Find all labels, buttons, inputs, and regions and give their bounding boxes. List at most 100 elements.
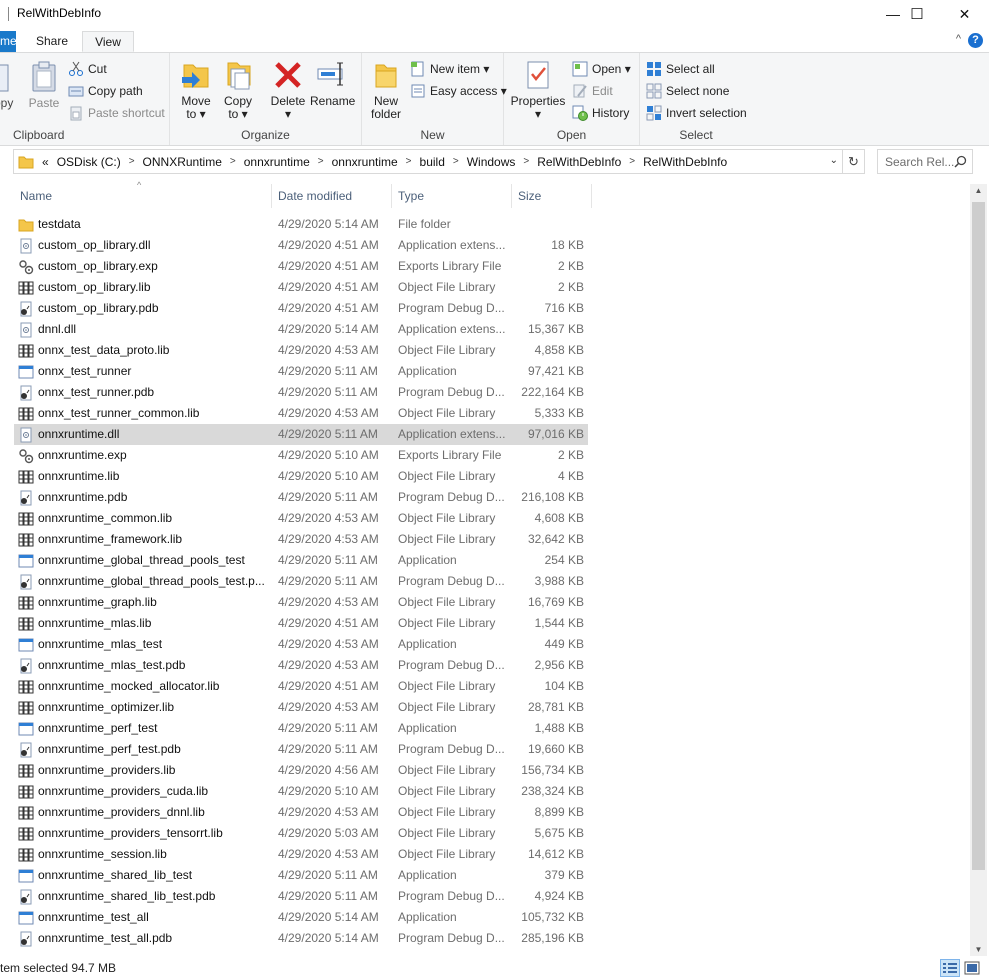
file-row[interactable]: onnxruntime_global_thread_pools_test.p..… (14, 571, 588, 592)
file-row[interactable]: onnxruntime_perf_test 4/29/2020 5:11 AM Ap… (14, 718, 588, 739)
file-row[interactable]: custom_op_library.exp 4/29/2020 4:51 AM Ex… (14, 256, 588, 277)
copy-to-button[interactable]: Copy to ▾ (220, 59, 256, 121)
file-name[interactable]: onnxruntime_mlas_test (38, 637, 264, 651)
file-row[interactable]: dnnl.dll 4/29/2020 5:14 AM Application ext… (14, 319, 588, 340)
file-row[interactable]: onnxruntime.lib 4/29/2020 5:10 AM Object F… (14, 466, 588, 487)
file-row[interactable]: onnxruntime_mocked_allocator.lib 4/29/202… (14, 676, 588, 697)
help-icon[interactable]: ? (968, 33, 983, 48)
file-row[interactable]: onnxruntime_mlas_test 4/29/2020 4:53 AM Ap… (14, 634, 588, 655)
breadcrumb-item[interactable]: Windows (463, 155, 520, 169)
file-row[interactable]: custom_op_library.lib 4/29/2020 4:51 AM Ob… (14, 277, 588, 298)
file-row[interactable]: onnxruntime_perf_test.pdb 4/29/2020 5:11 … (14, 739, 588, 760)
column-header-type[interactable]: Type (392, 184, 512, 208)
breadcrumb-separator-icon[interactable]: > (449, 156, 463, 167)
breadcrumb-separator-icon[interactable]: > (314, 156, 328, 167)
file-name[interactable]: custom_op_library.pdb (38, 301, 264, 315)
file-name[interactable]: onnx_test_runner_common.lib (38, 406, 264, 420)
new-folder-button[interactable]: New folder (368, 59, 404, 121)
file-name[interactable]: onnx_test_runner.pdb (38, 385, 264, 399)
file-name[interactable]: onnxruntime_providers.lib (38, 763, 264, 777)
file-row[interactable]: onnxruntime_providers.lib 4/29/2020 4:56 … (14, 760, 588, 781)
copy-path-button[interactable]: Copy path (68, 81, 143, 101)
address-overflow-icon[interactable]: « (34, 155, 53, 169)
open-button[interactable]: Open ▾ (572, 59, 631, 79)
file-name[interactable]: custom_op_library.exp (38, 259, 264, 273)
cut-button[interactable]: Cut (68, 59, 107, 79)
file-name[interactable]: onnxruntime_global_thread_pools_test (38, 553, 264, 567)
file-row[interactable]: onnxruntime_common.lib 4/29/2020 4:53 AM O… (14, 508, 588, 529)
search-input[interactable]: Search Rel... (877, 149, 973, 174)
easy-access-button[interactable]: Easy access ▾ (410, 81, 507, 101)
file-row[interactable]: onnxruntime_session.lib 4/29/2020 4:53 AM… (14, 844, 588, 865)
column-header-size[interactable]: Size (512, 184, 592, 208)
rename-button[interactable]: Rename (310, 59, 355, 108)
file-row[interactable]: onnxruntime_test_all 4/29/2020 5:14 AM App… (14, 907, 588, 928)
file-row[interactable]: onnx_test_runner 4/29/2020 5:11 AM Applica… (14, 361, 588, 382)
file-row[interactable]: onnxruntime_mlas.lib 4/29/2020 4:51 AM Obj… (14, 613, 588, 634)
file-row[interactable]: onnx_test_runner.pdb 4/29/2020 5:11 AM Pro… (14, 382, 588, 403)
breadcrumb-item[interactable]: RelWithDebInfo (533, 155, 625, 169)
scroll-down-icon[interactable]: ▼ (970, 945, 987, 954)
file-row[interactable]: onnx_test_data_proto.lib 4/29/2020 4:53 A… (14, 340, 588, 361)
file-name[interactable]: onnxruntime_common.lib (38, 511, 264, 525)
file-row[interactable]: onnx_test_runner_common.lib 4/29/2020 4:5… (14, 403, 588, 424)
breadcrumb-item[interactable]: onnxruntime (328, 155, 402, 169)
paste-shortcut-button[interactable]: Paste shortcut (68, 103, 165, 123)
breadcrumb-separator-icon[interactable]: > (226, 156, 240, 167)
file-name[interactable]: onnxruntime.lib (38, 469, 264, 483)
file-name[interactable]: onnx_test_data_proto.lib (38, 343, 264, 357)
copy-button[interactable]: opy (0, 61, 16, 110)
select-none-button[interactable]: Select none (646, 81, 729, 101)
collapse-ribbon-icon[interactable]: ^ (956, 33, 961, 45)
file-name[interactable]: onnxruntime_providers_cuda.lib (38, 784, 264, 798)
scroll-up-icon[interactable]: ▲ (970, 186, 987, 195)
properties-button[interactable]: Properties ▾ (510, 59, 566, 121)
address-bar[interactable]: « OSDisk (C:) > ONNXRuntime > onnxruntim… (13, 149, 843, 174)
file-row[interactable]: onnxruntime_graph.lib 4/29/2020 4:53 AM Ob… (14, 592, 588, 613)
breadcrumb-item[interactable]: ONNXRuntime (139, 155, 226, 169)
file-name[interactable]: onnxruntime_providers_dnnl.lib (38, 805, 264, 819)
breadcrumb-separator-icon[interactable]: > (402, 156, 416, 167)
file-row[interactable]: onnxruntime_shared_lib_test 4/29/2020 5:1… (14, 865, 588, 886)
file-row[interactable]: onnxruntime_global_thread_pools_test 4/29… (14, 550, 588, 571)
file-name[interactable]: onnxruntime_mlas.lib (38, 616, 264, 630)
file-row[interactable]: onnxruntime.exp 4/29/2020 5:10 AM Exports … (14, 445, 588, 466)
file-name[interactable]: onnx_test_runner (38, 364, 264, 378)
breadcrumb-separator-icon[interactable]: > (125, 156, 139, 167)
file-name[interactable]: onnxruntime_test_all (38, 910, 264, 924)
file-name[interactable]: onnxruntime_perf_test.pdb (38, 742, 264, 756)
tab-share[interactable]: Share (28, 31, 76, 52)
breadcrumb-separator-icon[interactable]: > (625, 156, 639, 167)
large-icons-view-button[interactable] (962, 959, 982, 977)
file-row[interactable]: testdata 4/29/2020 5:14 AM File folder (14, 214, 588, 235)
file-row[interactable]: onnxruntime.dll 4/29/2020 5:11 AM Applicat… (14, 424, 588, 445)
file-name[interactable]: onnxruntime_graph.lib (38, 595, 264, 609)
new-item-button[interactable]: New item ▾ (410, 59, 489, 79)
vertical-scrollbar[interactable]: ▲ ▼ (970, 184, 987, 956)
breadcrumb-item[interactable]: build (416, 155, 449, 169)
file-name[interactable]: onnxruntime_optimizer.lib (38, 700, 264, 714)
maximize-button[interactable]: ☐ (894, 0, 940, 28)
select-all-button[interactable]: Select all (646, 59, 715, 79)
file-name[interactable]: custom_op_library.dll (38, 238, 264, 252)
file-name[interactable]: onnxruntime_shared_lib_test.pdb (38, 889, 264, 903)
file-name[interactable]: onnxruntime.pdb (38, 490, 264, 504)
breadcrumb-item[interactable]: onnxruntime (240, 155, 314, 169)
file-row[interactable]: onnxruntime_mlas_test.pdb 4/29/2020 4:53 … (14, 655, 588, 676)
file-name[interactable]: onnxruntime_providers_tensorrt.lib (38, 826, 264, 840)
file-row[interactable]: onnxruntime_optimizer.lib 4/29/2020 4:53 … (14, 697, 588, 718)
file-row[interactable]: onnxruntime.pdb 4/29/2020 5:11 AM Program … (14, 487, 588, 508)
file-name[interactable]: onnxruntime_mlas_test.pdb (38, 658, 264, 672)
close-button[interactable]: ✕ (940, 0, 989, 28)
edit-button[interactable]: Edit (572, 81, 613, 101)
paste-button[interactable]: Paste (28, 61, 60, 110)
scrollbar-thumb[interactable] (972, 202, 985, 870)
column-header-date[interactable]: Date modified (272, 184, 392, 208)
file-name[interactable]: custom_op_library.lib (38, 280, 264, 294)
file-name[interactable]: onnxruntime_framework.lib (38, 532, 264, 546)
details-view-button[interactable] (940, 959, 960, 977)
file-name[interactable]: onnxruntime.dll (38, 427, 264, 441)
file-name[interactable]: dnnl.dll (38, 322, 264, 336)
file-row[interactable]: onnxruntime_test_all.pdb 4/29/2020 5:14 A… (14, 928, 588, 949)
file-row[interactable]: onnxruntime_shared_lib_test.pdb 4/29/2020… (14, 886, 588, 907)
